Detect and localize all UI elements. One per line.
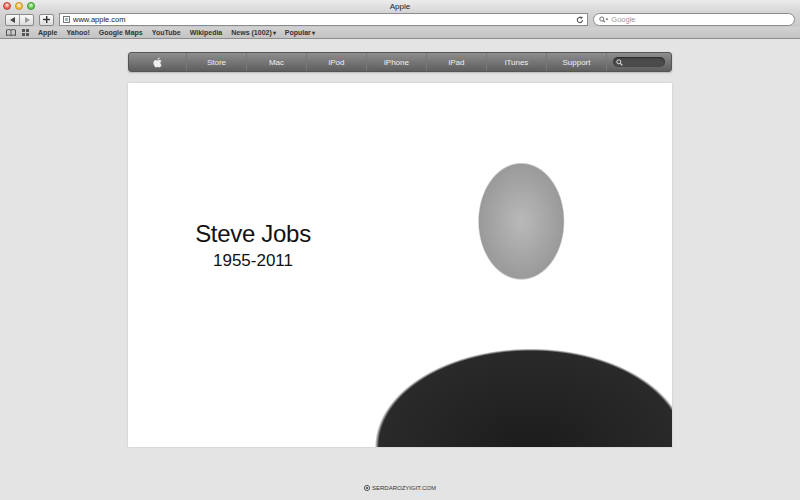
- bookmark-label[interactable]: YouTube: [152, 29, 181, 36]
- add-bookmark-group: [39, 14, 54, 26]
- apple-logo-icon: [153, 57, 162, 68]
- address-bar[interactable]: www.apple.com: [59, 13, 588, 26]
- bookmark-item[interactable]: Yahoo!: [66, 29, 89, 36]
- nav-search-field[interactable]: [613, 57, 665, 67]
- nav-item[interactable]: iPhone: [366, 53, 426, 71]
- forward-button[interactable]: [19, 15, 33, 25]
- nav-item[interactable]: Mac: [246, 53, 306, 71]
- title-bar: Apple: [0, 0, 800, 12]
- bookmark-label[interactable]: Yahoo!: [66, 29, 89, 36]
- bookmark-tools: [6, 29, 29, 36]
- search-input[interactable]: [611, 15, 789, 24]
- search-icon: [599, 16, 608, 23]
- back-button[interactable]: [6, 15, 19, 25]
- dropdown-arrow[interactable]: ▾: [273, 29, 276, 36]
- bookmark-item[interactable]: Apple: [38, 29, 57, 36]
- zoom-button[interactable]: [27, 2, 35, 10]
- nav-item[interactable]: iTunes: [486, 53, 546, 71]
- nav-item[interactable]: Store: [186, 53, 246, 71]
- portrait-photo: [358, 83, 672, 447]
- back-arrow-icon: [10, 17, 16, 23]
- watermark-text: SERDAROZYIGIT.COM: [372, 485, 436, 491]
- bookmark-item[interactable]: Wikipedia: [190, 29, 223, 36]
- plus-icon: [43, 16, 50, 23]
- toolbar: www.apple.com: [0, 12, 800, 27]
- apple-home-link[interactable]: [129, 53, 186, 71]
- bookmark-item[interactable]: YouTube: [152, 29, 181, 36]
- book-icon[interactable]: [6, 29, 16, 36]
- bookmark-label[interactable]: Popular: [285, 29, 311, 36]
- nav-search: [606, 53, 671, 71]
- browser-window: Apple www.apple.com Apple Yahoo! Google Maps…: [0, 0, 800, 500]
- dropdown-arrow[interactable]: ▾: [312, 29, 315, 36]
- favicon-icon: [63, 16, 70, 23]
- bookmarks-bar: Apple Yahoo! Google Maps YouTube Wikipedia Ne…: [0, 27, 800, 39]
- window-controls: [0, 2, 390, 10]
- bookmark-item[interactable]: News (1002)▾: [231, 29, 275, 36]
- bookmark-label[interactable]: Google Maps: [99, 29, 143, 36]
- global-nav: StoreMaciPodiPhoneiPadiTunesSupport: [128, 52, 672, 72]
- close-button[interactable]: [3, 2, 11, 10]
- reload-icon[interactable]: [576, 16, 584, 24]
- magnifier-icon: [616, 59, 623, 66]
- tribute-text: Steve Jobs 1955-2011: [128, 83, 358, 447]
- nav-item[interactable]: iPod: [306, 53, 366, 71]
- watermark: SERDAROZYIGIT.COM: [364, 485, 436, 491]
- search-field[interactable]: [593, 13, 795, 26]
- tribute-name: Steve Jobs: [195, 220, 311, 248]
- bookmark-item[interactable]: Google Maps: [99, 29, 143, 36]
- web-page: StoreMaciPodiPhoneiPadiTunesSupport Steve…: [0, 39, 800, 500]
- nav-item[interactable]: Support: [546, 53, 606, 71]
- nav-item[interactable]: iPad: [426, 53, 486, 71]
- bookmark-item[interactable]: Popular▾: [285, 29, 315, 36]
- minimize-button[interactable]: [15, 2, 23, 10]
- add-bookmark-button[interactable]: [40, 15, 53, 25]
- bookmark-label[interactable]: Wikipedia: [190, 29, 223, 36]
- url-text[interactable]: www.apple.com: [73, 15, 573, 24]
- tribute-dates: 1955-2011: [213, 251, 293, 271]
- bookmark-label[interactable]: News (1002): [231, 29, 271, 36]
- tribute-banner: Steve Jobs 1955-2011: [128, 83, 672, 447]
- watermark-logo-icon: [364, 485, 370, 491]
- window-title: Apple: [390, 1, 410, 12]
- top-sites-icon[interactable]: [22, 29, 29, 36]
- bookmark-label[interactable]: Apple: [38, 29, 57, 36]
- forward-arrow-icon: [24, 17, 30, 23]
- history-buttons: [5, 14, 34, 26]
